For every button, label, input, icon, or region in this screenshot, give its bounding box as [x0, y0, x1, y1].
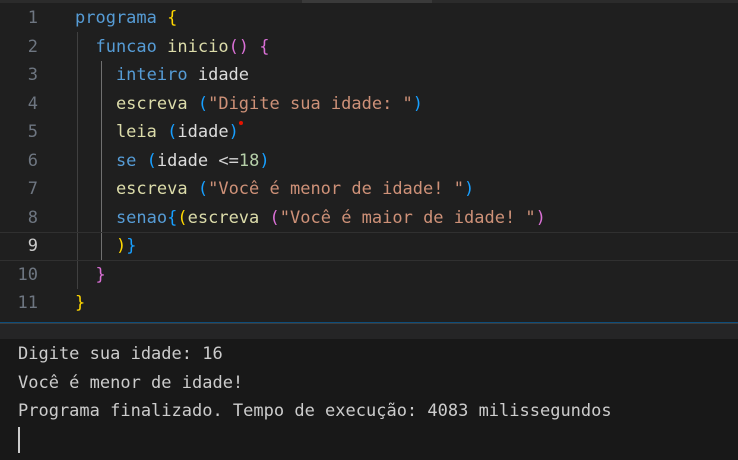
terminal-output-line: Programa finalizado. Tempo de execução: … — [18, 401, 612, 421]
code-token: <= — [208, 150, 239, 171]
code-line[interactable]: 5 leia (idade) — [0, 118, 738, 147]
code-text: } — [75, 289, 85, 318]
terminal-header — [0, 324, 738, 339]
code-token: ( — [197, 93, 209, 114]
code-text: leia (idade) — [75, 118, 239, 147]
code-token: escreva — [187, 207, 260, 228]
code-token: ) — [259, 150, 270, 171]
code-token: "Você é menor de idade! " — [208, 179, 464, 199]
code-line[interactable]: 7 escreva ("Você é menor de idade! ") — [0, 175, 738, 204]
code-token: inicio — [167, 36, 229, 57]
terminal-output-line: Digite sua idade: 16 — [18, 344, 223, 364]
code-token: idade — [156, 150, 209, 171]
code-token: "Você é maior de idade! " — [279, 207, 536, 228]
code-text: programa { — [75, 4, 177, 33]
code-token: { — [167, 207, 178, 228]
code-token: escreva — [75, 179, 188, 199]
code-token: { — [167, 8, 178, 28]
panel-divider-accent — [0, 322, 738, 323]
code-line[interactable]: 8 senao{(escreva ("Você é maior de idade… — [0, 204, 738, 233]
code-text: funcao inicio() { — [75, 33, 270, 62]
code-token: ) — [463, 179, 475, 199]
code-line[interactable]: 6 se (idade <=18) — [0, 147, 738, 176]
code-token: escreva — [75, 93, 188, 114]
terminal-output-line: Você é menor de idade! — [18, 373, 244, 393]
code-text: escreva ("Você é menor de idade! ") — [75, 175, 474, 204]
code-text: senao{(escreva ("Você é maior de idade! … — [75, 204, 546, 233]
line-number: 5 — [27, 122, 38, 142]
editor-top-border-right — [432, 0, 738, 3]
code-token: ( — [146, 150, 157, 171]
code-token: ( — [269, 207, 280, 228]
code-line[interactable]: 10 } — [0, 261, 738, 290]
code-token: { — [259, 36, 270, 57]
code-token: funcao — [75, 36, 157, 57]
code-token: 18 — [238, 150, 260, 171]
code-token: ( — [177, 207, 188, 228]
code-token: ) — [115, 236, 127, 256]
code-token: () — [228, 36, 250, 57]
code-text: } — [75, 261, 106, 290]
code-line[interactable]: 9 )} — [0, 232, 738, 261]
code-text: escreva ("Digite sua idade: ") — [75, 90, 423, 119]
code-token: inteiro — [75, 65, 188, 85]
line-number: 1 — [27, 8, 38, 28]
code-token: programa — [75, 8, 157, 28]
code-token: senao — [75, 207, 168, 228]
editor-top-border — [0, 0, 302, 3]
code-line[interactable]: 11} — [0, 289, 738, 318]
code-token: ( — [167, 122, 178, 142]
line-number: 2 — [27, 36, 38, 57]
code-text: se (idade <=18) — [75, 147, 270, 176]
terminal-input-caret[interactable] — [18, 427, 20, 453]
line-number: 9 — [27, 236, 38, 256]
code-token: se — [75, 150, 137, 171]
code-token: } — [75, 293, 86, 313]
code-token: } — [126, 236, 137, 256]
code-token: "Digite sua idade: " — [208, 93, 413, 114]
line-number: 3 — [27, 65, 38, 85]
line-number: 10 — [17, 264, 38, 285]
line-number: 7 — [27, 179, 38, 199]
code-editor[interactable]: 1 programa {2 funcao inicio() {3 inteiro … — [0, 0, 738, 322]
editor-scrollbar-thumb[interactable] — [302, 0, 432, 3]
error-marker — [239, 121, 243, 125]
code-line[interactable]: 4 escreva ("Digite sua idade: ") — [0, 90, 738, 119]
code-token: leia — [75, 122, 157, 142]
line-number: 6 — [27, 150, 38, 171]
code-token: idade — [197, 65, 250, 85]
code-token: ) — [535, 207, 546, 228]
code-token: } — [95, 264, 106, 285]
code-text: inteiro idade — [75, 61, 249, 90]
line-number: 4 — [27, 93, 38, 114]
code-token: idade — [177, 122, 229, 142]
line-number: 11 — [17, 293, 38, 313]
code-line[interactable]: 2 funcao inicio() { — [0, 33, 738, 62]
code-text: )} — [75, 233, 137, 260]
code-line[interactable]: 1 programa { — [0, 4, 738, 33]
line-number: 8 — [27, 207, 38, 228]
code-token: ) — [228, 122, 239, 142]
code-token: ) — [412, 93, 424, 114]
code-token: ( — [197, 179, 209, 199]
code-line[interactable]: 3 inteiro idade — [0, 61, 738, 90]
